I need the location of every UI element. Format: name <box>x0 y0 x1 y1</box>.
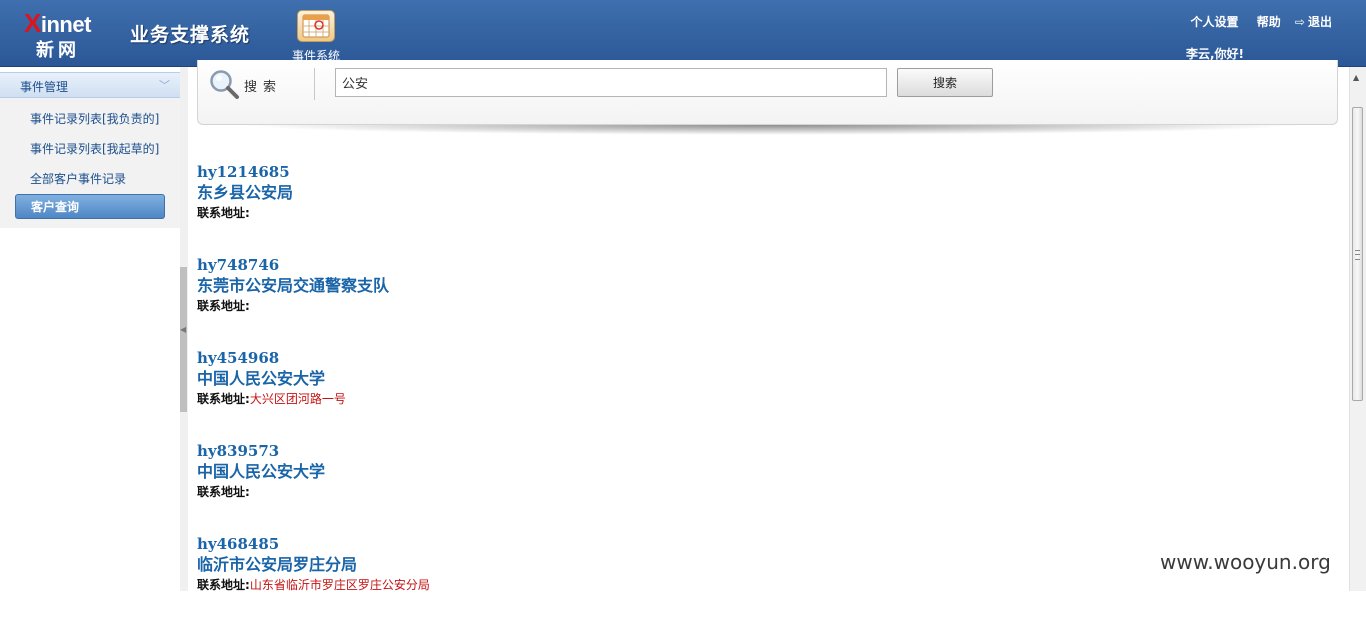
scrollbar-thumb[interactable] <box>1352 107 1363 401</box>
list-item: hy748746 东莞市公安局交通警察支队 联系地址: <box>197 256 1337 349</box>
settings-link[interactable]: 个人设置 <box>1191 15 1239 29</box>
list-item: hy454968 中国人民公安大学 联系地址:大兴区团河路一号 <box>197 349 1337 442</box>
sidebar-item-all-customer-events[interactable]: 全部客户事件记录 <box>30 170 126 187</box>
address-label: 联系地址: <box>197 392 250 406</box>
chevron-down-icon[interactable]: ﹀ <box>159 77 170 93</box>
help-link[interactable]: 帮助 <box>1257 15 1281 29</box>
sidebar-item-customer-search[interactable]: 客户查询 <box>15 194 165 219</box>
address-label: 联系地址: <box>197 206 250 220</box>
sidebar-item-my-assigned[interactable]: 事件记录列表[我负责的] <box>30 110 159 127</box>
system-title: 业务支撑系统 <box>130 24 251 46</box>
customer-name-link[interactable]: 东莞市公安局交通警察支队 <box>197 275 1337 296</box>
watermark: www.wooyun.org <box>1160 550 1331 574</box>
contact-address: 联系地址: <box>197 296 1337 316</box>
logout-link[interactable]: 退出 <box>1308 15 1332 29</box>
logo-text: Xinnet <box>24 8 91 38</box>
collapse-arrow-icon[interactable]: ◀ <box>180 325 186 334</box>
customer-code-link[interactable]: hy748746 <box>197 256 1337 275</box>
contact-address: 联系地址:大兴区团河路一号 <box>197 389 1337 409</box>
list-item: hy1214685 东乡县公安局 联系地址: <box>197 163 1337 256</box>
sidebar-menu: 事件记录列表[我负责的] 事件记录列表[我起草的] 全部客户事件记录 客户查询 <box>0 98 180 228</box>
splitter-handle[interactable] <box>180 267 187 412</box>
address-value: 大兴区团河路一号 <box>249 392 346 406</box>
address-value: 山东省临沂市罗庄区罗庄公安分局 <box>249 578 430 592</box>
logo: Xinnet 新网 <box>24 8 110 61</box>
sidebar-section-title: 事件管理 <box>20 80 69 94</box>
panel-shadow <box>240 125 1300 135</box>
logo-cn: 新网 <box>36 40 80 61</box>
scrollbar[interactable]: ▲ <box>1349 67 1366 591</box>
search-panel: 搜索 搜索 <box>197 60 1338 125</box>
search-label: 搜索 <box>244 80 283 95</box>
customer-name-link[interactable]: 中国人民公安大学 <box>197 368 1337 389</box>
customer-code-link[interactable]: hy454968 <box>197 349 1337 368</box>
address-label: 联系地址: <box>197 578 250 592</box>
customer-name-link[interactable]: 东乡县公安局 <box>197 182 1337 203</box>
divider <box>314 68 315 100</box>
contact-address: 联系地址: <box>197 203 1337 223</box>
sidebar-item-my-drafted[interactable]: 事件记录列表[我起草的] <box>30 140 159 157</box>
calendar-icon <box>297 10 335 42</box>
scroll-up-icon[interactable]: ▲ <box>1353 73 1359 82</box>
search-input[interactable] <box>335 68 887 97</box>
address-label: 联系地址: <box>197 485 250 499</box>
sidebar-splitter[interactable]: ◀ <box>180 67 188 591</box>
sidebar: 事件管理 ﹀ 事件记录列表[我负责的] 事件记录列表[我起草的] 全部客户事件记… <box>0 67 180 591</box>
customer-code-link[interactable]: hy839573 <box>197 442 1337 461</box>
customer-name-link[interactable]: 中国人民公安大学 <box>197 461 1337 482</box>
logout-icon[interactable]: ⇨ <box>1295 15 1305 29</box>
event-system-button[interactable]: 事件系统 <box>288 10 344 66</box>
search-button[interactable]: 搜索 <box>897 68 993 97</box>
list-item: hy468485 临沂市公安局罗庄分局 联系地址:山东省临沂市罗庄区罗庄公安分局 <box>197 535 1337 628</box>
contact-address: 联系地址: <box>197 482 1337 502</box>
list-item: hy839573 中国人民公安大学 联系地址: <box>197 442 1337 535</box>
magnifier-icon <box>208 68 240 103</box>
customer-code-link[interactable]: hy1214685 <box>197 163 1337 182</box>
header: Xinnet 新网 业务支撑系统 事件系统 个人设置 帮助 ⇨ 退出 李云,你好! <box>0 0 1366 67</box>
top-links: 个人设置 帮助 ⇨ 退出 <box>1177 13 1332 30</box>
sidebar-section-header[interactable]: 事件管理 ﹀ <box>0 72 180 98</box>
grip-icon <box>1355 250 1360 260</box>
address-label: 联系地址: <box>197 299 250 313</box>
contact-address: 联系地址:山东省临沂市罗庄区罗庄公安分局 <box>197 575 1337 595</box>
